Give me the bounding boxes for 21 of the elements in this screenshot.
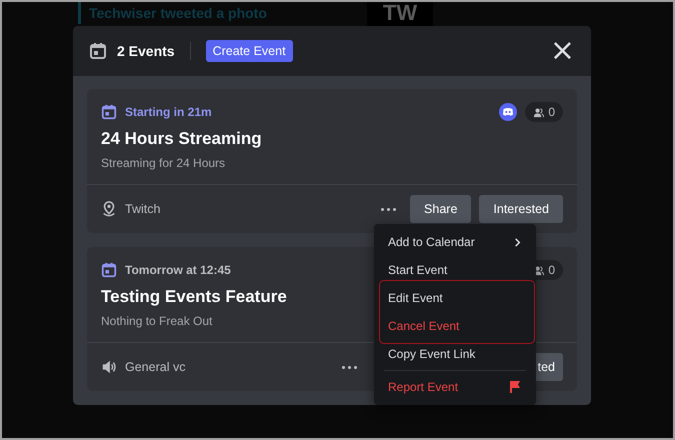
attendee-number: 0	[548, 263, 555, 277]
event-time: Tomorrow at 12:45	[125, 263, 231, 277]
event-description: Streaming for 24 Hours	[101, 156, 226, 170]
attendee-number: 0	[548, 105, 555, 119]
event-time: Starting in 21m	[125, 105, 212, 119]
event-title: Testing Events Feature	[101, 287, 287, 306]
menu-item[interactable]: Start Event	[382, 256, 528, 284]
modal-title: 2 Events	[117, 43, 175, 59]
interested-button[interactable]: Interested	[479, 195, 563, 223]
event-title: 24 Hours Streaming	[101, 129, 262, 148]
event-description: Nothing to Freak Out	[101, 314, 212, 328]
menu-item[interactable]: Copy Event Link	[382, 340, 528, 368]
event-location: General vc	[125, 360, 186, 374]
event-location: Twitch	[125, 202, 160, 216]
close-button[interactable]: ×	[548, 39, 577, 63]
logo-tile: TW	[367, 2, 433, 26]
menu-item[interactable]: Edit Event	[382, 284, 528, 312]
menu-item[interactable]: Cancel Event	[382, 312, 528, 340]
create-event-button[interactable]: Create Event	[206, 40, 293, 62]
event-card[interactable]: Starting in 21m 0 24 Hours Streaming Streaming for 24 Hours Twitch Share Interested	[87, 89, 577, 233]
share-button[interactable]: Share	[410, 195, 472, 223]
